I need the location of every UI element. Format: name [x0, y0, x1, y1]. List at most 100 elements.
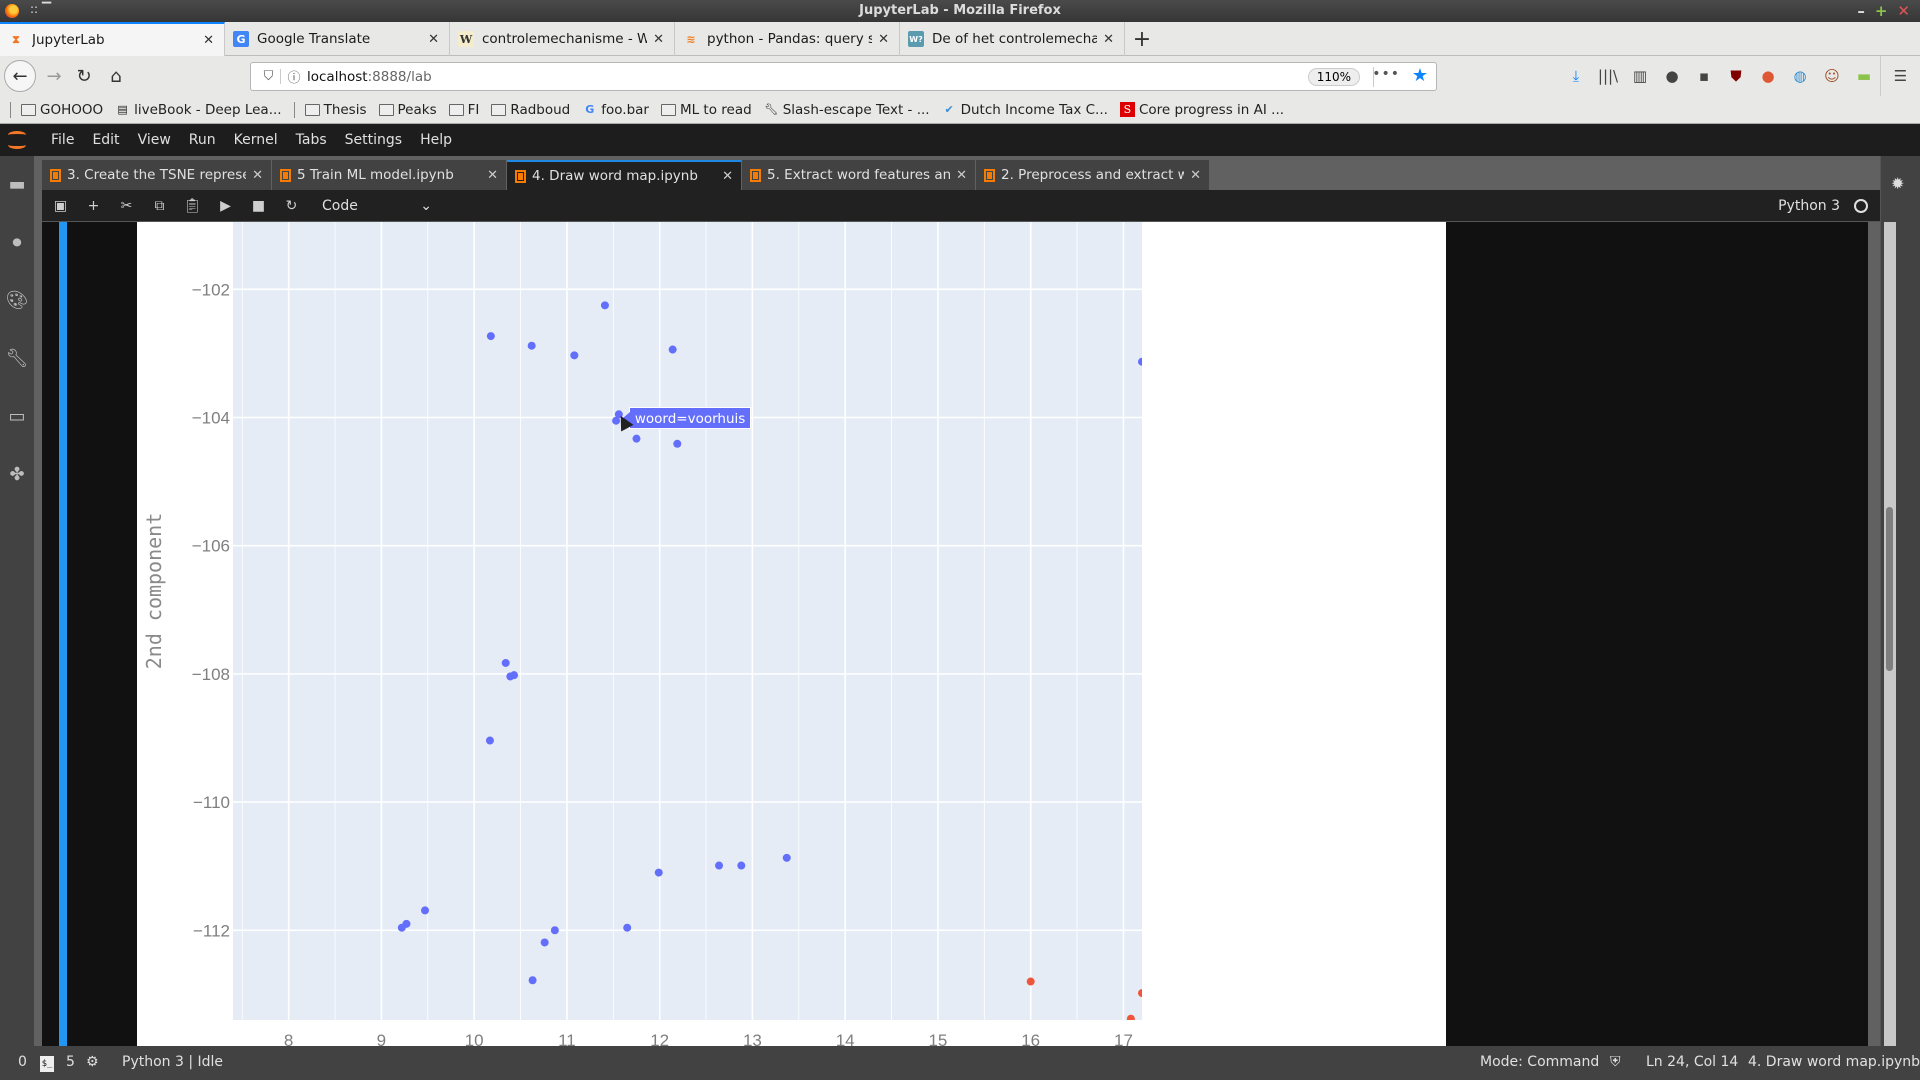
trust-shield-icon[interactable]: ⛨ [1610, 1054, 1621, 1070]
running-sessions-icon[interactable]: ⏺ [5, 230, 29, 254]
scrollbar-thumb[interactable] [1886, 507, 1893, 671]
notebook-scrollbar[interactable] [1884, 222, 1896, 1046]
close-tab-icon[interactable]: ✕ [722, 169, 733, 184]
menu-settings[interactable]: Settings [336, 132, 411, 148]
data-point[interactable] [570, 351, 579, 360]
restart-kernel-icon[interactable]: ↻ [275, 198, 308, 214]
tabs-icon[interactable]: ▭ [5, 404, 29, 428]
wrench-icon[interactable]: 🔧︎ [5, 346, 29, 370]
cut-icon[interactable]: ✂ [110, 198, 143, 214]
browser-tab-dictionary[interactable]: W? De of het controlemechar ✕ [900, 22, 1125, 56]
add-cell-icon[interactable]: + [77, 198, 110, 214]
notebook-tab[interactable]: 3. Create the TSNE represe ✕ [42, 160, 272, 190]
save-icon[interactable]: ▣ [44, 198, 77, 214]
menu-file[interactable]: File [42, 132, 83, 148]
bookmark-star-icon[interactable]: ★ [1412, 65, 1428, 86]
page-actions-button[interactable]: ••• [1372, 66, 1400, 82]
close-tab-icon[interactable]: ✕ [653, 32, 664, 47]
new-tab-button[interactable]: + [1125, 22, 1159, 56]
data-point[interactable] [485, 736, 494, 745]
data-point[interactable] [715, 861, 724, 870]
bookmark-item[interactable]: Thesis [304, 102, 367, 118]
data-point[interactable] [501, 658, 510, 667]
data-point[interactable] [1126, 1014, 1135, 1023]
bookmark-item[interactable]: Gfoo.bar [582, 102, 649, 118]
close-tab-icon[interactable]: ✕ [487, 168, 498, 183]
url-bar[interactable]: ⛉ ⓘ localhost:8888/lab 110% ••• ★ [250, 62, 1437, 91]
site-info-icon[interactable]: ⓘ [281, 67, 307, 86]
back-button[interactable]: ← [4, 60, 36, 92]
bookmark-item[interactable]: ML to read [660, 102, 752, 118]
cursor-position[interactable]: Ln 24, Col 14 [1646, 1054, 1738, 1070]
password-manager-icon[interactable]: ▪ [1688, 56, 1720, 96]
menu-tabs[interactable]: Tabs [287, 132, 336, 148]
palette-icon[interactable]: 🎨︎ [5, 288, 29, 312]
data-point[interactable] [527, 341, 536, 350]
zoom-level-badge[interactable]: 110% [1307, 68, 1360, 86]
menu-edit[interactable]: Edit [83, 132, 128, 148]
hamburger-menu-icon[interactable]: ☰ [1880, 56, 1920, 96]
data-point[interactable] [782, 853, 791, 862]
close-tab-icon[interactable]: ✕ [1103, 32, 1114, 47]
bookmark-item[interactable]: ✔ Dutch Income Tax C... [942, 102, 1107, 118]
close-tab-icon[interactable]: ✕ [428, 32, 439, 47]
bookmark-item[interactable]: Peaks [378, 102, 437, 118]
menu-run[interactable]: Run [180, 132, 225, 148]
maximize-button[interactable]: + [1875, 2, 1888, 20]
data-point[interactable] [673, 439, 682, 448]
tracking-protection-icon[interactable]: ⛉ [257, 69, 281, 84]
data-point[interactable] [1138, 357, 1146, 366]
data-point[interactable] [600, 301, 609, 310]
sidebar-icon[interactable]: ▥ [1624, 56, 1656, 96]
data-point[interactable] [421, 906, 430, 915]
notebook-tab-active[interactable]: 4. Draw word map.ipynb ✕ [507, 160, 742, 190]
data-point[interactable] [737, 861, 746, 870]
browser-tab-google-translate[interactable]: G Google Translate ✕ [225, 22, 450, 56]
close-window-button[interactable]: ✕ [1897, 2, 1910, 20]
data-point[interactable] [654, 868, 663, 877]
data-point[interactable] [632, 434, 641, 443]
forward-button[interactable]: → [40, 62, 68, 90]
account-icon[interactable]: ● [1656, 56, 1688, 96]
data-point[interactable] [528, 976, 537, 985]
data-point[interactable] [1026, 977, 1035, 986]
data-point[interactable] [540, 938, 549, 947]
extension-puzzle-icon[interactable]: ✤ [5, 462, 29, 486]
data-point[interactable] [510, 671, 519, 680]
notebook-tab[interactable]: 5. Extract word features anc ✕ [742, 160, 976, 190]
menu-help[interactable]: Help [411, 132, 461, 148]
bookmark-item[interactable]: GOHOOO [21, 102, 103, 118]
data-point[interactable] [623, 923, 632, 932]
data-point[interactable] [397, 923, 406, 932]
browser-tab-stackoverflow[interactable]: ≋ python - Pandas: query st ✕ [675, 22, 900, 56]
terminal-count[interactable]: 0 [18, 1054, 27, 1070]
browser-tab-wikipedia[interactable]: W controlemechanisme - Wi ✕ [450, 22, 675, 56]
kernel-state[interactable]: Python 3 | Idle [122, 1054, 223, 1070]
duckduckgo-icon[interactable]: ● [1752, 56, 1784, 96]
kernel-name[interactable]: Python 3 [1778, 198, 1840, 214]
data-point[interactable] [668, 345, 677, 354]
forest-extension-icon[interactable]: ▬ [1848, 56, 1880, 96]
paste-icon[interactable]: 📋︎ [176, 198, 209, 214]
bookmark-item[interactable]: S Core progress in AI ... [1119, 102, 1284, 118]
notebook-tab[interactable]: 2. Preprocess and extract w ✕ [976, 160, 1210, 190]
bookmark-item[interactable]: ▤ liveBook - Deep Lea... [115, 102, 281, 118]
minimize-button[interactable]: – [1857, 2, 1865, 20]
cell-type-dropdown[interactable]: Code ⌄ [322, 198, 432, 214]
close-tab-icon[interactable]: ✕ [1190, 168, 1201, 183]
scatter-plot[interactable]: 8 9 10 11 12 13 14 15 16 17 −102−104−106−108−110−… [137, 222, 1147, 1046]
close-tab-icon[interactable]: ✕ [203, 33, 214, 48]
debugger-bug-icon[interactable]: ✹ [1891, 174, 1904, 193]
library-icon[interactable]: |||\ [1592, 56, 1624, 96]
ublock-icon[interactable]: ⛊ [1720, 56, 1752, 96]
menu-view[interactable]: View [129, 132, 180, 148]
run-cell-icon[interactable]: ▶ [209, 198, 242, 214]
bookmark-item[interactable]: Radboud [491, 102, 570, 118]
menu-kernel[interactable]: Kernel [225, 132, 287, 148]
globe-extension-icon[interactable]: ◍ [1784, 56, 1816, 96]
close-tab-icon[interactable]: ✕ [956, 168, 967, 183]
bookmark-item[interactable]: 🔧︎ Slash-escape Text - ... [764, 102, 929, 118]
file-browser-icon[interactable]: ▬ [5, 172, 29, 196]
active-cell-indicator[interactable] [59, 222, 67, 1046]
stop-kernel-icon[interactable]: ■ [242, 198, 275, 214]
